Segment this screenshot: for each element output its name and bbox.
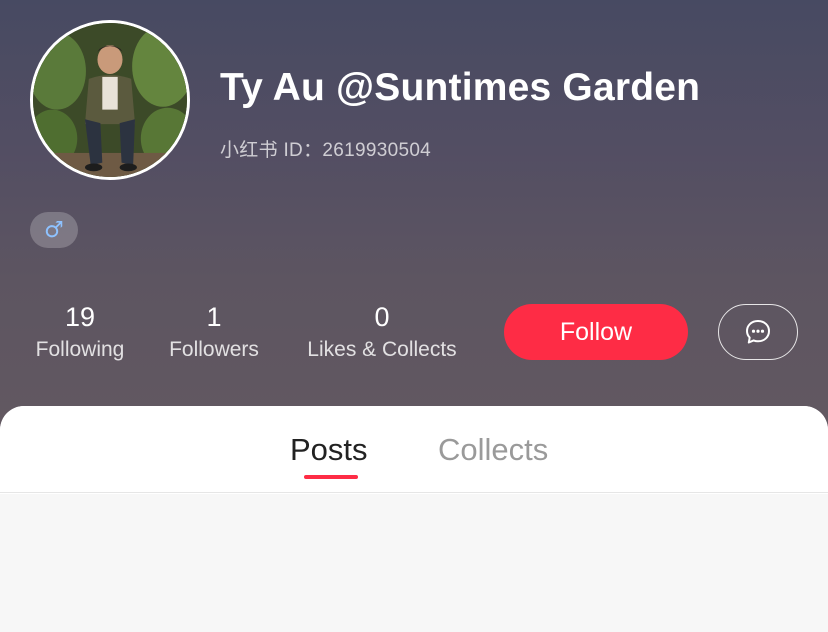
follow-button[interactable]: Follow <box>504 304 688 360</box>
stat-followers[interactable]: 1 Followers <box>163 300 265 362</box>
male-icon: ♂ <box>44 217 64 243</box>
profile-header: Ty Au @Suntimes Garden 小红书 ID：2619930504… <box>0 0 828 430</box>
gender-badge: ♂ <box>30 212 78 248</box>
tab-bar: Posts Collects <box>0 406 828 493</box>
followers-label: Followers <box>169 338 259 361</box>
stat-likes-collects[interactable]: 0 Likes & Collects <box>298 300 466 362</box>
posts-content-area <box>0 494 828 632</box>
active-tab-indicator <box>304 475 358 479</box>
likes-collects-label: Likes & Collects <box>307 338 457 361</box>
avatar-photo <box>33 23 187 177</box>
tab-collects[interactable]: Collects <box>438 432 548 468</box>
stat-following[interactable]: 19 Following <box>30 300 130 362</box>
content-panel: Posts Collects <box>0 406 828 632</box>
chat-bubble-icon <box>746 320 770 344</box>
message-button[interactable] <box>718 304 798 360</box>
red-id: 小红书 ID：2619930504 <box>220 140 432 161</box>
tab-posts[interactable]: Posts <box>290 432 368 468</box>
profile-name: Ty Au @Suntimes Garden <box>220 66 701 109</box>
followers-count: 1 <box>206 302 222 332</box>
likes-collects-count: 0 <box>374 302 390 332</box>
avatar[interactable] <box>30 20 190 180</box>
following-count: 19 <box>64 302 96 332</box>
following-label: Following <box>35 338 125 361</box>
